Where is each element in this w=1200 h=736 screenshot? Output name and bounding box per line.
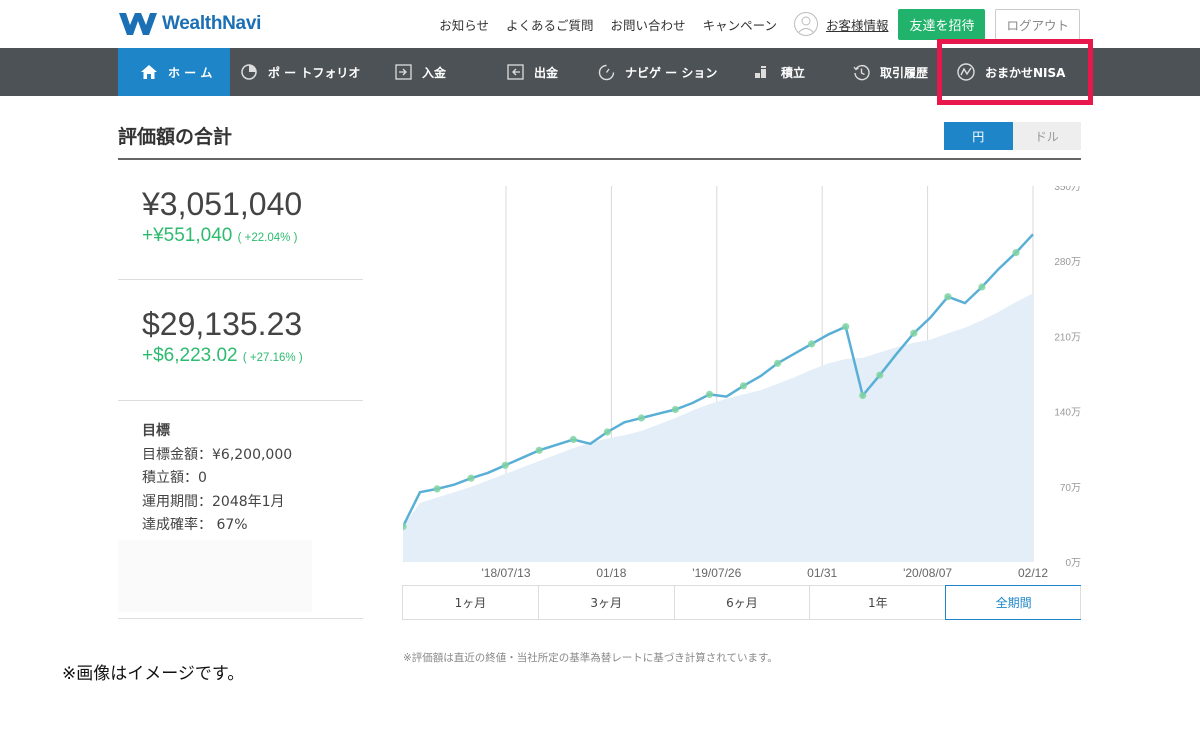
nav-portfolio-label: ポ ー トフォリオ [268, 65, 361, 80]
page-title: 評価額の合計 [118, 126, 233, 148]
x-tick-label: '18/07/13 [481, 566, 530, 580]
valuation-point [859, 391, 867, 400]
nav-navigation-label: ナビゲ ー ション [625, 65, 718, 80]
nav-home[interactable]: ホ ー ム [118, 48, 230, 96]
goal-period: 運用期間：2048年1月 [142, 493, 285, 510]
nisa-highlight-frame [937, 39, 1093, 105]
yen-gain-amount: +¥551,040 [142, 225, 233, 246]
link-contact[interactable]: お問い合わせ [611, 15, 686, 34]
nav-history-label: 取引履歴 [880, 65, 929, 80]
y-tick-label: 140万 [1054, 408, 1081, 419]
goal-chart-placeholder [118, 540, 312, 612]
valuation-point [535, 446, 543, 454]
wealthnavi-logo-icon [119, 13, 157, 35]
nav-navigation[interactable]: ナビゲ ー ション [597, 48, 717, 96]
link-campaign[interactable]: キャンペーン [703, 15, 777, 34]
invite-button[interactable]: 友達を招待 [898, 8, 986, 40]
x-tick-label: '19/07/26 [692, 566, 741, 580]
valuation-point [433, 485, 441, 493]
logout-button[interactable]: ログアウト [995, 8, 1080, 40]
goal-probability: 達成確率： 67% [142, 517, 248, 533]
nav-history[interactable]: 取引履歴 [852, 48, 928, 96]
valuation-point [739, 382, 748, 390]
y-tick-label: 210万 [1054, 332, 1081, 343]
yen-total: ¥3,051,040 [142, 186, 303, 222]
valuation-chart[interactable]: 0万 70万 140万 210万 280万 350万 '18/07/13 01/18 '19/0… [403, 186, 1083, 581]
valuation-point [944, 293, 952, 301]
range-3m-button[interactable]: 3ヶ月 [539, 586, 675, 619]
history-icon [852, 63, 870, 81]
valuation-point [467, 474, 475, 482]
top-links: お知らせ よくあるご質問 お問い合わせ キャンペーン お客様情報 友達を招待 ロ… [439, 8, 1080, 40]
yen-gain: +¥551,040 ( +22.04% ) [118, 225, 363, 247]
usd-gain: +$6,223.02 ( +27.16% ) [118, 345, 363, 367]
range-1y-button[interactable]: 1年 [810, 586, 947, 619]
y-tick-label: 350万 [1054, 186, 1081, 193]
valuation-point [842, 323, 850, 331]
valuation-point [774, 359, 782, 367]
valuation-point [671, 405, 679, 414]
goal-title: 目標 [142, 423, 170, 439]
image-caption: ※画像はイメージです。 [62, 664, 245, 684]
usd-summary: $29,135.23 +$6,223.02 ( +27.16% ) [118, 306, 363, 367]
link-news[interactable]: お知らせ [439, 15, 489, 34]
nav-withdraw-label: 出金 [534, 65, 559, 80]
title-divider [118, 158, 1081, 160]
x-tick-label: 01/31 [807, 566, 837, 580]
valuation-point [808, 340, 816, 348]
yen-gain-percent: ( +22.04% ) [237, 232, 298, 244]
goal-monthly: 積立額：0 [142, 470, 207, 486]
pie-chart-icon [240, 63, 258, 81]
x-tick-label: 02/12 [1018, 566, 1048, 580]
valuation-point [910, 329, 918, 337]
x-tick-label: 01/18 [596, 566, 626, 580]
y-tick-label: 280万 [1054, 257, 1081, 268]
usd-total: $29,135.23 [142, 306, 303, 342]
y-tick-label: 0万 [1065, 558, 1081, 569]
user-avatar-icon[interactable] [793, 12, 818, 36]
valuation-point [978, 283, 986, 291]
yen-summary: ¥3,051,040 +¥551,040 ( +22.04% ) [118, 186, 363, 247]
summary-divider [118, 279, 363, 280]
valuation-note: ※評価額は直近の終値・当社所定の基準為替レートに基づき計算されています。 [403, 652, 778, 664]
currency-yen-button[interactable]: 円 [944, 122, 1013, 150]
navigation-icon [597, 63, 615, 81]
valuation-point [501, 461, 509, 469]
account-link[interactable]: お客様情報 [826, 15, 889, 34]
x-tick-label: '20/08/07 [903, 566, 952, 580]
summary-divider [118, 618, 363, 619]
y-tick-label: 70万 [1060, 483, 1081, 494]
nav-deposit-label: 入金 [422, 65, 447, 80]
valuation-point [705, 390, 714, 398]
nav-accumulate-label: 積立 [781, 65, 806, 80]
nav-portfolio[interactable]: ポ ー トフォリオ [240, 48, 360, 96]
range-all-button[interactable]: 全期間 [945, 585, 1081, 620]
usd-gain-amount: +$6,223.02 [142, 345, 238, 366]
range-6m-button[interactable]: 6ヶ月 [675, 586, 811, 619]
valuation-point [1012, 249, 1020, 257]
nav-deposit[interactable]: 入金 [394, 48, 446, 96]
goal-panel: 目標 目標金額：¥6,200,000 積立額：0 運用期間：2048年1月 達成… [142, 420, 292, 538]
nav-withdraw[interactable]: 出金 [506, 48, 558, 96]
withdraw-icon [506, 63, 524, 81]
valuation-point [603, 428, 611, 436]
valuation-point [569, 435, 577, 444]
summary-divider [118, 400, 363, 401]
valuation-point [876, 371, 884, 379]
nav-home-label: ホ ー ム [168, 65, 213, 80]
home-icon [140, 63, 158, 81]
currency-toggle: 円 ドル [944, 122, 1081, 150]
goal-target: 目標金額：¥6,200,000 [142, 446, 293, 463]
range-1m-button[interactable]: 1ヶ月 [403, 586, 539, 619]
nav-accumulate[interactable]: 積立 [753, 48, 805, 96]
logo[interactable]: WealthNavi [118, 10, 261, 38]
currency-usd-button[interactable]: ドル [1012, 122, 1081, 150]
range-selector: 1ヶ月 3ヶ月 6ヶ月 1年 全期間 [402, 585, 1081, 620]
usd-gain-percent: ( +27.16% ) [242, 352, 303, 364]
deposit-icon [394, 63, 412, 81]
link-faq[interactable]: よくあるご質問 [506, 15, 594, 34]
logo-text: WealthNavi [162, 13, 262, 34]
valuation-point [637, 414, 645, 422]
bars-icon [753, 63, 771, 81]
